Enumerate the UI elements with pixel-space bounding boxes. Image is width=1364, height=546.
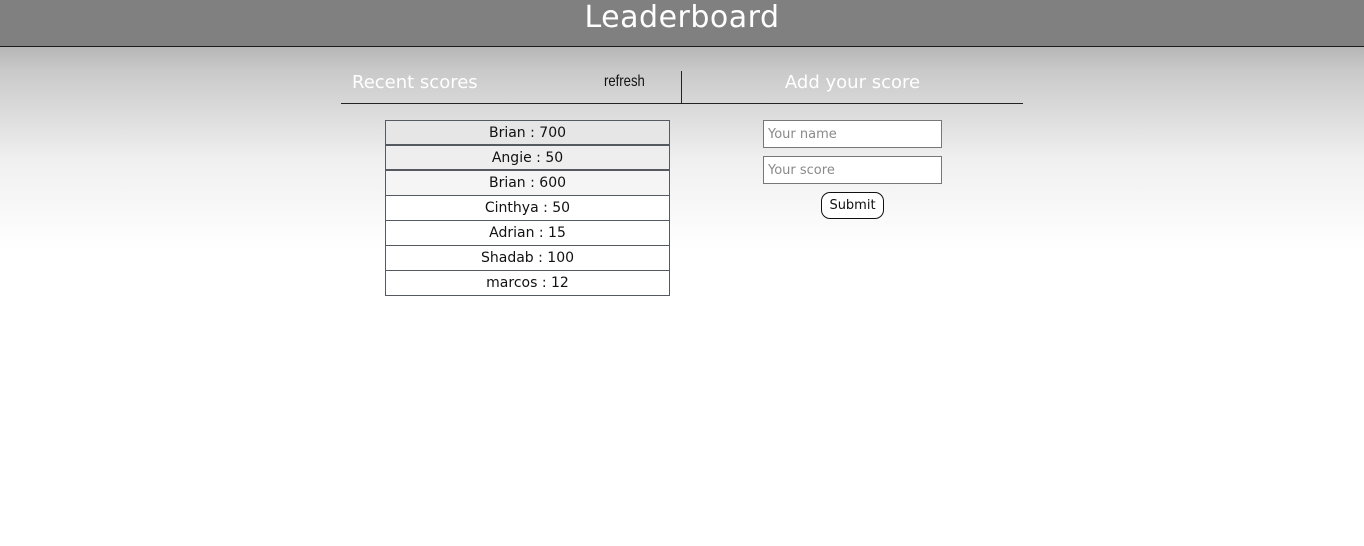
refresh-button[interactable]: refresh	[604, 73, 645, 91]
name-input[interactable]	[763, 120, 942, 148]
page-title: Leaderboard	[584, 0, 780, 35]
score-list: Brian : 700 Angie : 50 Brian : 600 Cinth…	[385, 120, 670, 296]
recent-scores-title: Recent scores	[352, 72, 478, 93]
add-score-title: Add your score	[784, 72, 921, 93]
score-row: Angie : 50	[385, 145, 670, 171]
score-row: Brian : 600	[385, 170, 670, 196]
score-row: Brian : 700	[385, 120, 670, 146]
score-row: Cinthya : 50	[385, 195, 670, 221]
score-row: Adrian : 15	[385, 220, 670, 246]
submit-button[interactable]: Submit	[821, 192, 884, 219]
score-row: Shadab : 100	[385, 245, 670, 271]
score-row: marcos : 12	[385, 270, 670, 296]
horizontal-divider	[341, 103, 1023, 104]
score-input[interactable]	[763, 156, 942, 184]
